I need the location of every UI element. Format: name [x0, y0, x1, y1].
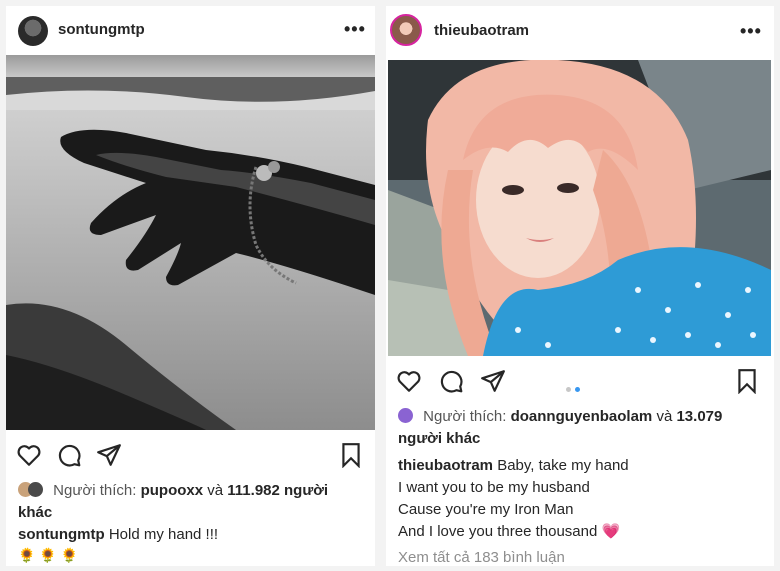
comment-icon[interactable] [438, 368, 464, 394]
likes-and: và [207, 482, 224, 499]
caption: thieubaotram Baby, take my hand I want y… [398, 455, 763, 543]
heart-emoji: 💗 [601, 523, 621, 540]
avatar[interactable] [18, 16, 48, 46]
liker-avatar [28, 482, 43, 497]
liker-name[interactable]: doannguyenbaolam [511, 408, 653, 425]
caption-text: Baby, take my hand [497, 457, 629, 474]
post-photo[interactable] [388, 60, 771, 356]
post-photo[interactable] [6, 55, 375, 430]
username[interactable]: thieubaotram [434, 22, 529, 39]
heart-icon[interactable] [396, 368, 422, 394]
caption-username[interactable]: sontungmtp [18, 526, 105, 543]
caption-text: Hold my hand !!! [108, 526, 219, 543]
liker-avatar [398, 408, 413, 423]
caption-emoji: 🌻 🌻 🌻 [18, 547, 79, 563]
likes-and: và [656, 408, 673, 425]
carousel-indicator [566, 379, 580, 397]
action-bar [386, 368, 774, 398]
carousel-dot [566, 387, 571, 392]
caption-line: Cause you're my Iron Man [398, 501, 574, 518]
bookmark-icon[interactable] [338, 442, 364, 468]
caption-text: And I love you three thousand [398, 523, 598, 540]
right-post: thieubaotram ••• Người thích: doannguyen… [386, 6, 774, 566]
share-icon[interactable] [96, 442, 122, 468]
avatar[interactable] [390, 14, 422, 46]
likes-prefix: Người thích: [423, 408, 507, 425]
comment-icon[interactable] [56, 442, 82, 468]
more-icon[interactable]: ••• [344, 19, 366, 40]
caption: sontungmtp Hold my hand !!! [18, 524, 363, 546]
share-icon[interactable] [480, 368, 506, 394]
beach-hand-photo [6, 55, 375, 430]
selfie-photo [388, 60, 771, 356]
left-post: sontungmtp ••• Người thích: pupooxx và 1… [6, 6, 375, 566]
likes-row: Người thích: pupooxx và 111.982 người kh… [18, 480, 363, 524]
post-header: sontungmtp ••• [6, 6, 375, 56]
post-header: thieubaotram ••• [386, 6, 774, 56]
caption-username[interactable]: thieubaotram [398, 457, 493, 474]
carousel-dot-active [575, 387, 580, 392]
caption-line: I want you to be my husband [398, 479, 590, 496]
more-icon[interactable]: ••• [740, 21, 762, 42]
likes-row: Người thích: doannguyenbaolam và 13.079 … [398, 406, 738, 450]
likes-prefix: Người thích: [53, 482, 137, 499]
caption-line: thieubaotram Baby, take my hand [398, 455, 763, 477]
action-bar [6, 442, 375, 472]
liker-name[interactable]: pupooxx [141, 482, 204, 499]
view-comments-link[interactable]: Xem tất cả 183 bình luận [398, 549, 565, 566]
heart-icon[interactable] [16, 442, 42, 468]
bookmark-icon[interactable] [734, 368, 760, 394]
username[interactable]: sontungmtp [58, 21, 145, 38]
caption-line: And I love you three thousand 💗 [398, 521, 763, 543]
